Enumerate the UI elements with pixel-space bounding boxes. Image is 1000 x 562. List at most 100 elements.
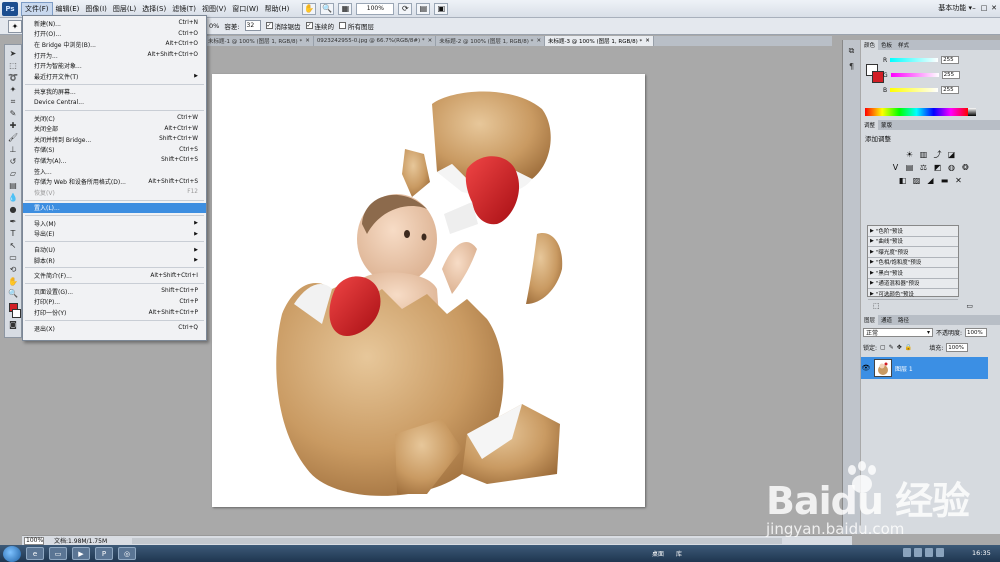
file-menu-item[interactable]: 存储(S) Ctrl+S (23, 145, 206, 156)
path-select-tool-icon[interactable]: ↖ (6, 240, 20, 251)
lock-position-icon[interactable]: ✥ (897, 344, 902, 351)
crop-tool-icon[interactable]: ⌗ (6, 96, 20, 107)
curves-icon[interactable]: ⤴ (932, 149, 943, 159)
file-menu-item[interactable]: 退出(X) Ctrl+Q (23, 323, 206, 334)
paragraph-panel-icon[interactable]: ¶ (849, 62, 854, 71)
blue-value-input[interactable]: 255 (941, 86, 960, 94)
pen-tool-icon[interactable]: ✒ (6, 216, 20, 227)
blend-mode-select[interactable]: 正常 ▾ (863, 328, 933, 337)
file-menu-item[interactable]: Device Central... (23, 97, 206, 108)
black-white-ramp[interactable] (968, 108, 976, 116)
file-menu-item[interactable]: 存储为(A)... Shift+Ctrl+S (23, 155, 206, 166)
doc-tab-active[interactable]: 未标题-3 @ 100% (图层 1, RGB/8) * ✕ (545, 36, 654, 46)
color-spectrum-bar[interactable] (865, 108, 968, 116)
tab-adjustments[interactable]: 调整 (861, 120, 879, 130)
menu-image[interactable]: 图像(I) (82, 2, 110, 16)
menu-help[interactable]: 帮助(H) (262, 2, 293, 16)
file-menu-item[interactable]: 打开为智能对象... (23, 60, 206, 71)
menu-layer[interactable]: 图层(L) (110, 2, 139, 16)
grid-view-icon[interactable]: ▦ (338, 2, 353, 15)
file-menu-item[interactable]: 新建(N)... Ctrl+N (23, 18, 206, 29)
file-menu-item[interactable]: 打印一份(Y) Alt+Shift+Ctrl+P (23, 307, 206, 318)
tab-styles[interactable]: 样式 (895, 40, 912, 50)
file-menu-item[interactable]: 打印(P)... Ctrl+P (23, 297, 206, 308)
tab-close-icon[interactable]: ✕ (536, 38, 541, 44)
tab-close-icon[interactable]: ✕ (645, 38, 650, 44)
history-panel-icon[interactable]: ⧉ (849, 46, 855, 56)
fill-input[interactable]: 100% (946, 343, 969, 352)
minimize-icon[interactable]: – (970, 3, 978, 12)
all-layers-checkbox[interactable] (339, 22, 347, 29)
file-menu-item[interactable]: 文件简介(F)... Alt+Shift+Ctrl+I (23, 270, 206, 281)
file-menu-item[interactable]: 关闭并转到 Bridge... Shift+Ctrl+W (23, 134, 206, 145)
menu-edit[interactable]: 编辑(E) (53, 2, 83, 16)
doc-tab[interactable]: 未标题-2 @ 100% (图层 1, RGB/8) * ✕ (436, 36, 546, 46)
file-menu-item[interactable]: 签入... (23, 166, 206, 177)
file-menu-item[interactable]: 最近打开文件(T) ▶ (23, 71, 206, 82)
tab-swatches[interactable]: 色板 (878, 40, 895, 50)
rotate-view-icon[interactable]: ⟳ (398, 2, 413, 15)
file-menu-item[interactable]: 打开为... Alt+Shift+Ctrl+O (23, 50, 206, 61)
workspace-switcher[interactable]: 基本功能 ▾ (938, 3, 972, 13)
green-value-input[interactable]: 255 (941, 71, 960, 79)
stamp-tool-icon[interactable]: ⊥ (6, 144, 20, 155)
hue-saturation-icon[interactable]: ▤ (904, 162, 915, 172)
preset-item[interactable]: ▶ "曲线"预设 (868, 237, 958, 247)
taskbar-ie-icon[interactable]: e (26, 547, 44, 560)
3d-rotate-tool-icon[interactable]: ⟲ (6, 264, 20, 275)
preset-item[interactable]: ▶ "通道混和器"预设 (868, 279, 958, 289)
file-menu-item[interactable]: 页面设置(G)... Shift+Ctrl+P (23, 286, 206, 297)
start-button[interactable] (3, 545, 21, 562)
tray-volume-icon[interactable] (925, 548, 933, 557)
screen-mode-icon[interactable]: ▣ (434, 2, 449, 15)
taskbar-app-icon[interactable]: ◎ (118, 547, 136, 560)
vibrance-icon[interactable]: V (890, 162, 901, 172)
taskbar-folder-icon[interactable]: ▭ (49, 547, 67, 560)
lock-pixels-icon[interactable]: ✎ (889, 344, 894, 351)
tray-input-icon[interactable] (903, 548, 911, 557)
channel-mixer-icon[interactable]: ❂ (960, 162, 971, 172)
lock-transparency-icon[interactable]: ▢ (880, 344, 886, 351)
library-toolbar-label[interactable]: 库 (676, 549, 682, 558)
tab-close-icon[interactable]: ✕ (305, 38, 310, 44)
black-white-icon[interactable]: ◩ (932, 162, 943, 172)
menu-filter[interactable]: 滤镜(T) (169, 2, 199, 16)
tab-layers[interactable]: 图层 (861, 315, 879, 325)
threshold-icon[interactable]: ◢ (925, 175, 936, 185)
color-balance-icon[interactable]: ⚖ (918, 162, 929, 172)
zoom-level[interactable]: 100% (356, 2, 395, 15)
maximize-icon[interactable]: □ (980, 3, 988, 12)
healing-tool-icon[interactable]: ✚ (6, 120, 20, 131)
antialias-checkbox[interactable]: ✓ (265, 22, 273, 29)
opacity-input[interactable]: 100% (965, 328, 988, 337)
file-menu-item[interactable]: 脚本(R) ▶ (23, 255, 206, 266)
document-canvas[interactable] (212, 74, 645, 507)
tray-flag-icon[interactable] (936, 548, 944, 557)
file-menu-item[interactable]: 在 Bridge 中浏览(B)... Alt+Ctrl+O (23, 39, 206, 50)
tab-close-icon[interactable]: ✕ (428, 38, 433, 44)
tab-channels[interactable]: 通道 (878, 315, 895, 325)
lock-all-icon[interactable]: 🔒 (905, 344, 912, 351)
zoom-tool-icon[interactable]: 🔍 (6, 288, 20, 299)
file-menu-item[interactable]: 打开(O)... Ctrl+O (23, 29, 206, 40)
hand-tool-icon[interactable]: ✋ (6, 276, 20, 287)
quick-mask-icon[interactable]: ◙ (6, 319, 20, 330)
type-tool-icon[interactable]: T (6, 228, 20, 239)
preset-item[interactable]: ▶ "色阶"预设 (868, 226, 958, 237)
tab-paths[interactable]: 路径 (895, 315, 912, 325)
preset-item[interactable]: ▶ "可选颜色"预设 (868, 289, 958, 300)
preset-item[interactable]: ▶ "色相/饱和度"预设 (868, 258, 958, 268)
preset-item[interactable]: ▶ "曝光度"预设 (868, 247, 958, 258)
selective-color-icon[interactable]: ✕ (953, 175, 964, 185)
contiguous-checkbox[interactable]: ✓ (305, 22, 313, 29)
gradient-tool-icon[interactable]: ▤ (6, 180, 20, 191)
green-slider[interactable] (890, 73, 939, 77)
taskbar-photoshop-icon[interactable]: P (95, 547, 113, 560)
eyedropper-tool-icon[interactable]: ✎ (6, 108, 20, 119)
status-zoom-input[interactable]: 100% (24, 536, 44, 545)
red-value-input[interactable]: 255 (941, 56, 960, 64)
clip-to-layer-icon[interactable]: ⬚ (873, 302, 880, 310)
file-menu-item[interactable]: 共享我的屏幕... (23, 87, 206, 98)
blue-slider[interactable] (890, 88, 939, 92)
tab-color[interactable]: 颜色 (861, 40, 879, 50)
